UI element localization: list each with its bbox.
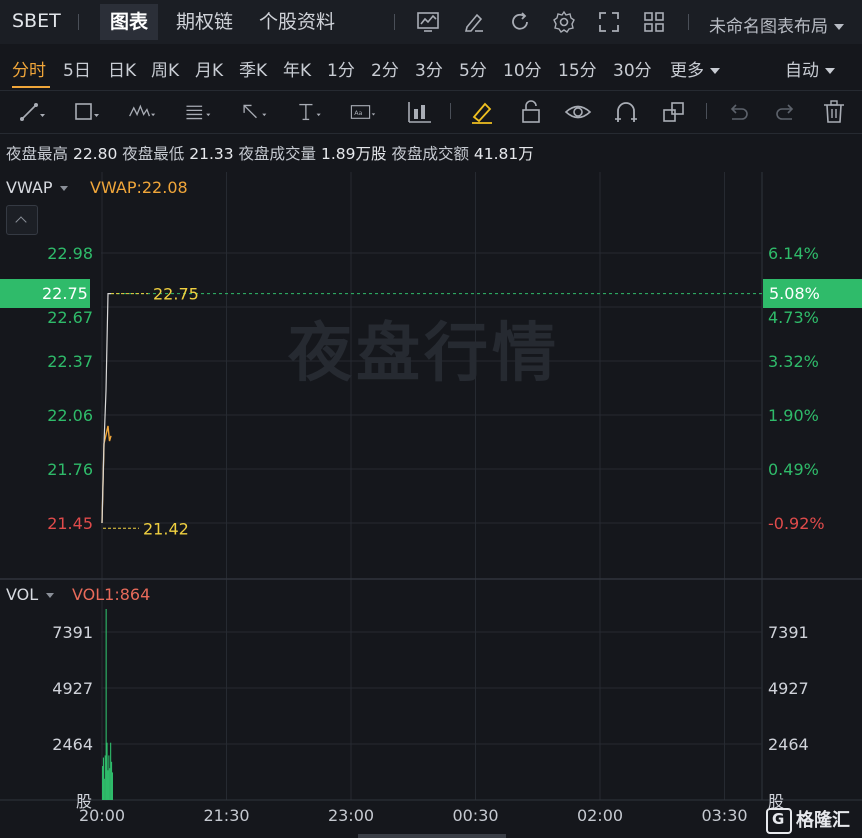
volume-bar — [111, 772, 113, 800]
pct-tick-label: -0.92% — [768, 514, 825, 533]
chevron-down-icon — [46, 593, 55, 598]
vwap-indicator-name: VWAP — [6, 178, 53, 197]
volume-tick-label: 7391 — [52, 623, 93, 642]
volume-tick-label: 4927 — [52, 679, 93, 698]
price-tick-label: 22.98 — [47, 244, 93, 263]
brand-name: 格隆汇 — [796, 810, 850, 831]
brand-watermark: 格隆汇 — [766, 806, 850, 834]
scroll-thumb — [358, 834, 506, 838]
volume-tick-label: 4927 — [768, 679, 809, 698]
time-axis-label: 23:00 — [328, 806, 374, 825]
price-tick-label: 21.76 — [47, 460, 93, 479]
volume-tick-label: 2464 — [52, 735, 93, 754]
current-pct-value: 5.08% — [769, 284, 820, 303]
time-axis-label: 00:30 — [452, 806, 498, 825]
chart-grid — [0, 172, 862, 838]
current-price-value: 22.75 — [42, 284, 88, 303]
vol-indicator-selector[interactable]: VOL — [6, 585, 55, 604]
time-axis-label: 20:00 — [79, 806, 125, 825]
volume-tick-label: 2464 — [768, 735, 809, 754]
price-tick-label: 22.67 — [47, 308, 93, 327]
time-axis-label: 03:30 — [701, 806, 747, 825]
vwap-value: VWAP:22.08 — [90, 178, 188, 197]
time-axis-label: 02:00 — [577, 806, 623, 825]
pct-tick-label: 6.14% — [768, 244, 819, 263]
price-tick-label: 21.45 — [47, 514, 93, 533]
vol-value: VOL1:864 — [72, 585, 151, 604]
volume-tick-label: 7391 — [768, 623, 809, 642]
low-marker-label: 21.42 — [143, 519, 189, 538]
price-tick-label: 22.37 — [47, 352, 93, 371]
brand-logo-icon — [766, 808, 792, 834]
pct-tick-label: 4.73% — [768, 308, 819, 327]
vol-indicator-name: VOL — [6, 585, 39, 604]
pct-tick-label: 3.32% — [768, 352, 819, 371]
collapse-panel-button[interactable] — [6, 205, 38, 235]
intraday-chart[interactable]: 22.75 21.42 22.98 6.14% 22.67 4.73% 22.37 3.32… — [0, 0, 862, 838]
vwap-indicator-selector[interactable]: VWAP — [6, 178, 69, 197]
chart-background — [0, 172, 862, 838]
current-pct-tag: 5.08% — [763, 279, 862, 308]
time-axis-label: 21:30 — [203, 806, 249, 825]
pct-tick-label: 1.90% — [768, 406, 819, 425]
watermark: 夜盘行情 — [288, 317, 560, 391]
pct-tick-label: 0.49% — [768, 460, 819, 479]
price-tick-label: 22.06 — [47, 406, 93, 425]
chevron-down-icon — [60, 186, 69, 191]
high-marker-label: 22.75 — [153, 285, 199, 304]
current-price-tag: 22.75 — [0, 279, 90, 308]
